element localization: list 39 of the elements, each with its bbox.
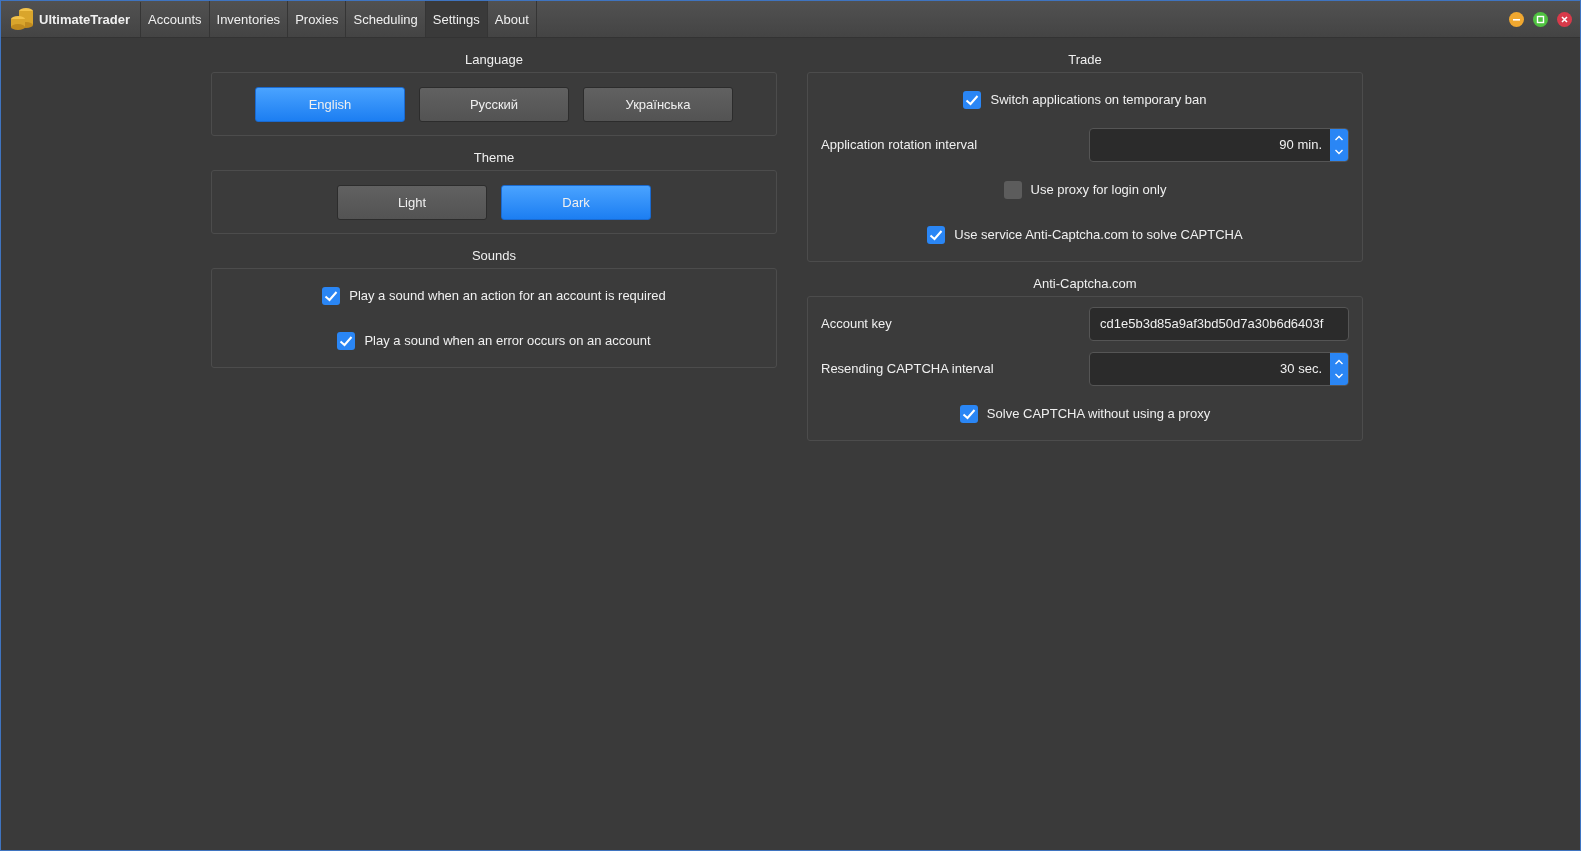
section-title: Theme bbox=[473, 148, 515, 165]
checkbox-label: Use service Anti-Captcha.com to solve CAPTCHA bbox=[954, 227, 1243, 242]
section-title: Anti-Captcha.com bbox=[1033, 274, 1137, 291]
checkbox-label: Play a sound when an error occurs on an account bbox=[364, 333, 651, 348]
option-button[interactable]: Українська bbox=[583, 86, 733, 122]
checkbox[interactable] bbox=[963, 90, 982, 109]
coins-icon bbox=[9, 7, 35, 31]
checkbox-label: Solve CAPTCHA without using a proxy bbox=[986, 406, 1211, 421]
checkbox[interactable] bbox=[927, 225, 946, 244]
tab[interactable]: Scheduling bbox=[346, 1, 426, 37]
option-button[interactable]: Light bbox=[337, 184, 487, 220]
tab[interactable]: Accounts bbox=[141, 1, 210, 37]
tab[interactable]: About bbox=[487, 1, 537, 37]
number-spinner[interactable]: 30 sec. bbox=[1089, 351, 1349, 386]
checkbox[interactable] bbox=[959, 404, 978, 423]
spin-arrows-icon[interactable] bbox=[1330, 128, 1348, 161]
spin-arrows-icon[interactable] bbox=[1330, 352, 1348, 385]
checkbox-label: Use proxy for login only bbox=[1030, 182, 1167, 197]
app-title: UltimateTrader bbox=[39, 1, 142, 37]
field-label: Resending CAPTCHA interval bbox=[821, 361, 994, 376]
option-button[interactable]: Русский bbox=[419, 86, 569, 122]
tab[interactable]: Settings bbox=[425, 1, 488, 37]
checkbox-label: Play a sound when an action for an account is required bbox=[349, 288, 666, 303]
minimize-icon[interactable] bbox=[1509, 11, 1524, 27]
section-title: Language bbox=[465, 50, 523, 67]
checkbox[interactable] bbox=[1003, 180, 1022, 199]
section-title: Trade bbox=[1068, 50, 1102, 67]
field-label: Application rotation interval bbox=[821, 137, 978, 152]
tab[interactable]: Proxies bbox=[288, 1, 347, 37]
close-icon[interactable] bbox=[1557, 11, 1572, 27]
checkbox[interactable] bbox=[322, 286, 341, 305]
tab[interactable]: Inventories bbox=[209, 1, 289, 37]
checkbox-label: Switch applications on temporary ban bbox=[990, 92, 1207, 107]
field-label: Account key bbox=[821, 316, 892, 331]
input-field[interactable]: cd1e5b3d85a9af3bd50d7a30b6d6403f bbox=[1089, 306, 1349, 341]
section-title: Sounds bbox=[471, 246, 517, 263]
checkbox[interactable] bbox=[337, 331, 356, 350]
maximize-icon[interactable] bbox=[1533, 11, 1548, 27]
number-spinner[interactable]: 90 min. bbox=[1089, 127, 1349, 162]
